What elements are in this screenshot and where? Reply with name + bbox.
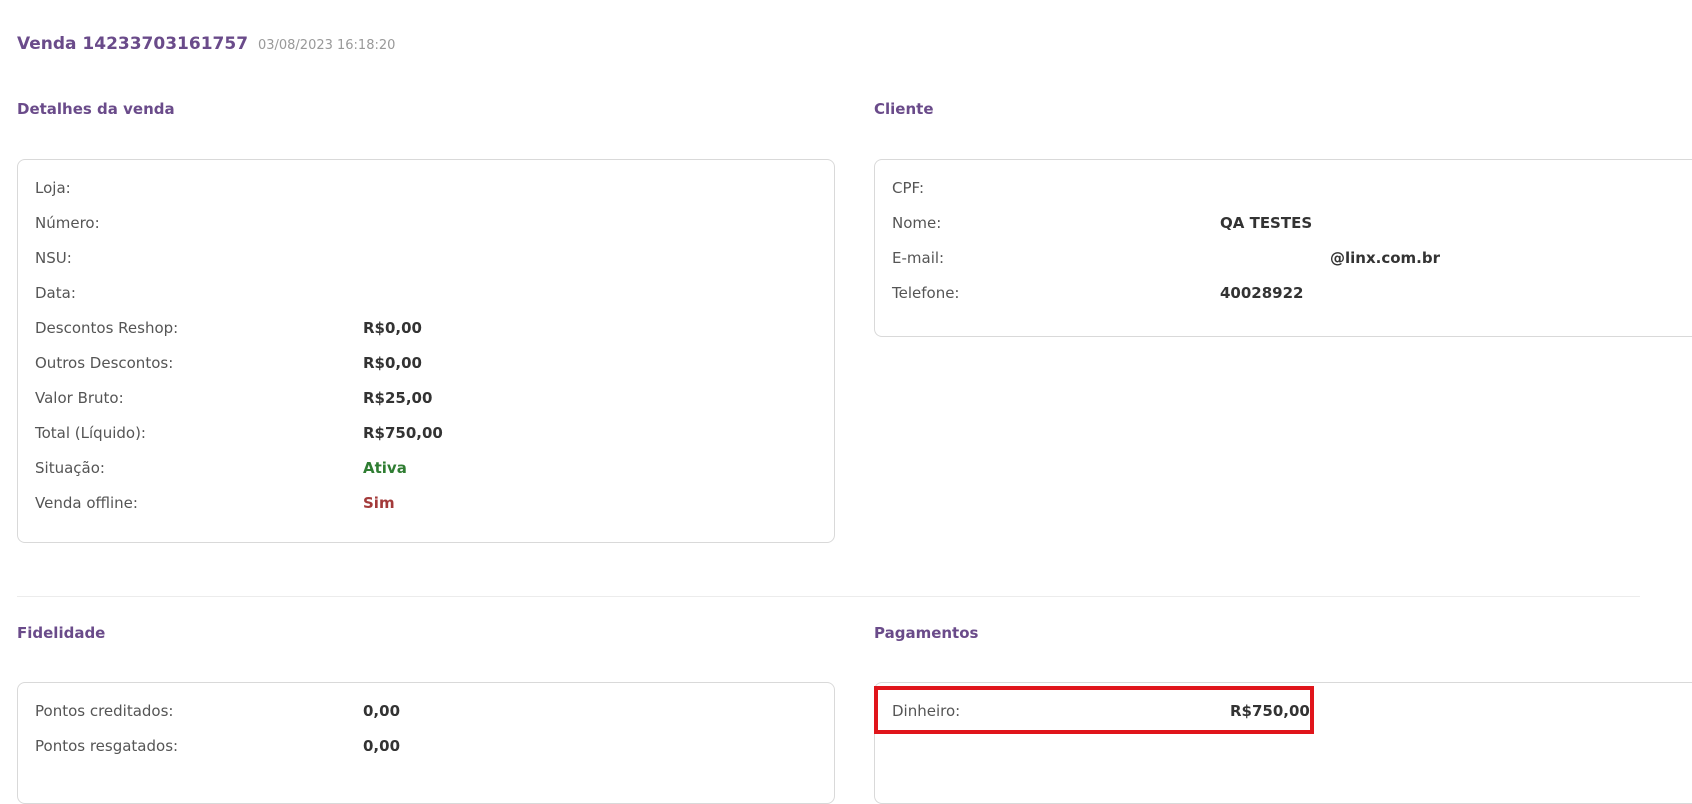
store-row: Loja:: [18, 179, 834, 203]
date-label: Data:: [35, 284, 76, 302]
other-discounts-value: R$0,00: [363, 354, 422, 372]
points-redeemed-label: Pontos resgatados:: [35, 737, 179, 755]
client-card: CPF: Nome: QA TESTES E-mail: @linx.com.b…: [874, 159, 1692, 337]
email-value: @linx.com.br: [1330, 249, 1440, 267]
points-redeemed-row: Pontos resgatados: 0,00: [18, 737, 834, 761]
name-value: QA TESTES: [1220, 214, 1313, 232]
reshop-discounts-label: Descontos Reshop:: [35, 319, 179, 337]
points-credited-label: Pontos creditados:: [35, 702, 174, 720]
status-row: Situação: Ativa: [18, 459, 834, 483]
email-label: E-mail:: [892, 249, 945, 267]
sale-details-title: Detalhes da venda: [17, 100, 175, 118]
reshop-discounts-row: Descontos Reshop: R$0,00: [18, 319, 834, 343]
nsu-label: NSU:: [35, 249, 72, 267]
offline-label: Venda offline:: [35, 494, 138, 512]
other-discounts-label: Outros Descontos:: [35, 354, 174, 372]
sale-title: Venda 14233703161757: [17, 34, 249, 54]
email-row: E-mail: @linx.com.br: [875, 249, 1692, 273]
cpf-row: CPF:: [875, 179, 1692, 203]
gross-value-label: Valor Bruto:: [35, 389, 124, 407]
name-label: Nome:: [892, 214, 942, 232]
phone-label: Telefone:: [892, 284, 960, 302]
gross-value-row: Valor Bruto: R$25,00: [18, 389, 834, 413]
points-redeemed-value: 0,00: [363, 737, 401, 755]
phone-row: Telefone: 40028922: [875, 284, 1692, 308]
sale-details-card: Loja: Número: NSU: Data: Descontos Resho…: [17, 159, 835, 543]
offline-row: Venda offline: Sim: [18, 494, 834, 518]
client-title: Cliente: [874, 100, 934, 118]
nsu-row: NSU:: [18, 249, 834, 273]
payments-title: Pagamentos: [874, 624, 979, 642]
net-total-label: Total (Líquido):: [35, 424, 146, 442]
net-total-row: Total (Líquido): R$750,00: [18, 424, 834, 448]
cash-highlight-box: [874, 686, 1314, 734]
net-total-value: R$750,00: [363, 424, 443, 442]
reshop-discounts-value: R$0,00: [363, 319, 422, 337]
date-row: Data:: [18, 284, 834, 308]
loyalty-card: Pontos creditados: 0,00 Pontos resgatado…: [17, 682, 835, 804]
phone-value: 40028922: [1220, 284, 1304, 302]
section-divider: [17, 596, 1640, 597]
number-label: Número:: [35, 214, 100, 232]
number-row: Número:: [18, 214, 834, 238]
gross-value-value: R$25,00: [363, 389, 433, 407]
points-credited-value: 0,00: [363, 702, 401, 720]
sale-header: Venda 14233703161757 03/08/2023 16:18:20: [17, 34, 395, 54]
status-value: Ativa: [363, 459, 407, 477]
store-label: Loja:: [35, 179, 71, 197]
status-label: Situação:: [35, 459, 105, 477]
name-row: Nome: QA TESTES: [875, 214, 1692, 238]
sale-datetime: 03/08/2023 16:18:20: [257, 38, 396, 53]
cpf-label: CPF:: [892, 179, 925, 197]
other-discounts-row: Outros Descontos: R$0,00: [18, 354, 834, 378]
offline-value: Sim: [363, 494, 395, 512]
points-credited-row: Pontos creditados: 0,00: [18, 702, 834, 726]
loyalty-title: Fidelidade: [17, 624, 106, 642]
